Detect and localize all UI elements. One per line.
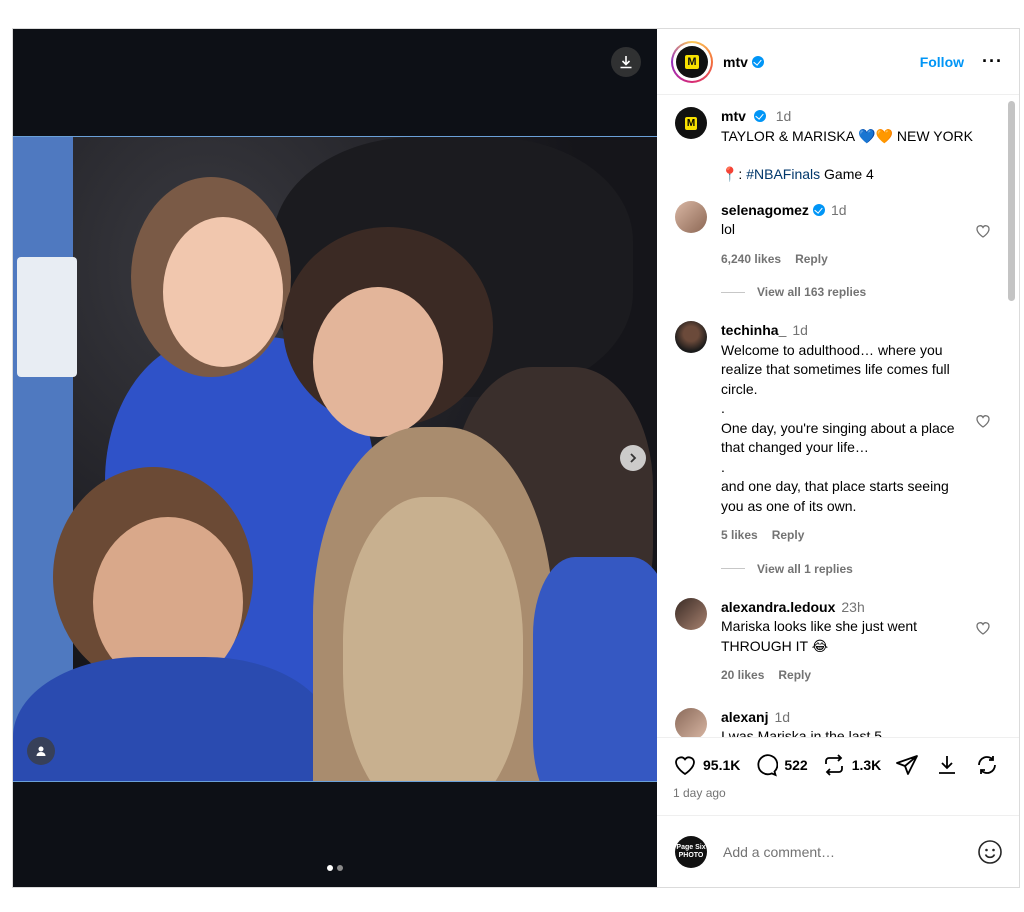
caption-username[interactable]: mtv: [721, 108, 746, 124]
carousel-dots: [327, 865, 343, 871]
post-photo: [13, 136, 657, 782]
comment-time: 23h: [841, 598, 865, 615]
commenter-avatar[interactable]: [675, 321, 707, 353]
download-icon: [620, 56, 632, 69]
likes-count: 95.1K: [703, 757, 741, 773]
comments-count: 522: [784, 757, 808, 773]
comment-text: lol: [721, 221, 736, 237]
comment-text-line: .: [721, 458, 725, 475]
comments-list[interactable]: M mtv 1d TAYLOR & MARISKA 💙🧡 NEW YORK 📍:…: [657, 95, 1019, 737]
post-modal: M mtv Follow ··· M mtv 1d TAYLOR & MARIS…: [12, 28, 1020, 888]
post-header: M mtv Follow ···: [657, 29, 1019, 95]
comment-text-line: One day, you're singing about a place th…: [721, 419, 955, 456]
comment-text-line: .: [721, 400, 725, 416]
chevron-right-icon: [630, 453, 637, 463]
more-options-button[interactable]: ···: [982, 51, 1003, 72]
view-replies-button[interactable]: View all 1 replies: [721, 562, 983, 576]
refresh-icon[interactable]: [975, 753, 999, 777]
commenter-avatar[interactable]: [675, 597, 707, 630]
heart-icon: [675, 756, 695, 776]
reposts-count: 1.3K: [851, 757, 882, 773]
view-replies-button[interactable]: View all 163 replies: [721, 285, 983, 299]
caption-text: TAYLOR & MARISKA 💙🧡 NEW YORK: [721, 127, 973, 144]
author-avatar-small[interactable]: M: [675, 107, 707, 139]
comment-input[interactable]: [723, 843, 977, 860]
emoji-icon[interactable]: [977, 839, 1003, 865]
media-pane: [13, 29, 657, 887]
user-icon: [36, 746, 46, 756]
action-bar: 95.1K 522 1.3K 1 day ago: [657, 737, 1019, 815]
reply-button[interactable]: Reply: [795, 252, 828, 266]
side-pane: M mtv Follow ··· M mtv 1d TAYLOR & MARIS…: [657, 29, 1019, 887]
share-icon[interactable]: [895, 753, 919, 777]
download-icon[interactable]: [935, 753, 959, 777]
comment-time: 1d: [830, 201, 847, 218]
commenter-username[interactable]: alexanj: [721, 709, 768, 725]
heart-icon[interactable]: [975, 223, 991, 239]
tagged-users-button[interactable]: [27, 737, 55, 765]
comment-text-line: Welcome to adulthood… where you realize …: [721, 341, 950, 397]
caption: M mtv 1d TAYLOR & MARISKA 💙🧡 NEW YORK 📍:…: [675, 107, 983, 185]
commenter-username[interactable]: alexandra.ledoux: [721, 599, 835, 615]
verified-icon: [751, 55, 764, 68]
current-user-avatar[interactable]: Page Six PHOTO: [675, 835, 707, 868]
comment-text: I was Mariska in the last 5: [721, 728, 883, 737]
follow-button[interactable]: Follow: [920, 54, 964, 70]
caption-pin: 📍:: [721, 166, 747, 182]
comment-text-line: and one day, that place starts seeing yo…: [721, 478, 949, 514]
next-image-button[interactable]: [620, 445, 646, 471]
post-time-ago: 1 day ago: [673, 786, 726, 800]
commenter-avatar[interactable]: [675, 200, 707, 233]
carousel-dot[interactable]: [337, 865, 343, 871]
add-comment-bar: Page Six PHOTO: [657, 815, 1019, 887]
comment-likes[interactable]: 6,240 likes: [721, 252, 781, 266]
comment-likes[interactable]: 5 likes: [721, 528, 758, 542]
author-avatar[interactable]: M: [671, 40, 713, 83]
verified-icon: [812, 203, 825, 216]
comment-item: alexandra.ledoux 23h Mariska looks like s…: [675, 597, 990, 686]
comment-item: selenagomez 1d lol 6,240 likes Reply: [675, 200, 990, 270]
scrollbar[interactable]: [1008, 101, 1015, 301]
comment-time: 1d: [792, 322, 808, 338]
carousel-dot[interactable]: [327, 865, 333, 871]
comment-likes[interactable]: 20 likes: [721, 668, 764, 682]
commenter-username[interactable]: selenagomez: [721, 202, 809, 218]
repost-button[interactable]: 1.3K: [822, 753, 882, 777]
download-button[interactable]: [611, 47, 641, 77]
reply-button[interactable]: Reply: [772, 528, 805, 542]
comment-text: Mariska looks like she just went THROUGH…: [721, 618, 918, 654]
commenter-avatar[interactable]: [675, 707, 707, 737]
mtv-logo-icon: M: [684, 116, 698, 130]
mtv-logo-icon: M: [676, 45, 708, 78]
verified-icon: [753, 110, 766, 122]
hashtag-link[interactable]: #NBAFinals: [746, 166, 820, 182]
caption-rest: Game 4: [820, 166, 874, 182]
commenter-username[interactable]: techinha_: [721, 322, 786, 338]
heart-icon[interactable]: [975, 413, 991, 429]
caption-time: 1d: [775, 108, 792, 124]
comment-button[interactable]: 522: [754, 753, 808, 777]
comment-time: 1d: [774, 708, 791, 725]
comment-item: alexanj 1d I was Mariska in the last 5: [675, 707, 983, 737]
reply-button[interactable]: Reply: [778, 668, 811, 682]
author-username[interactable]: mtv: [723, 54, 748, 70]
heart-icon[interactable]: [975, 620, 991, 636]
comment-item: techinha_ 1d Welcome to adulthood… where …: [675, 321, 990, 546]
comment-icon: [757, 754, 779, 777]
like-button[interactable]: 95.1K: [673, 753, 740, 777]
repost-icon: [824, 754, 843, 776]
